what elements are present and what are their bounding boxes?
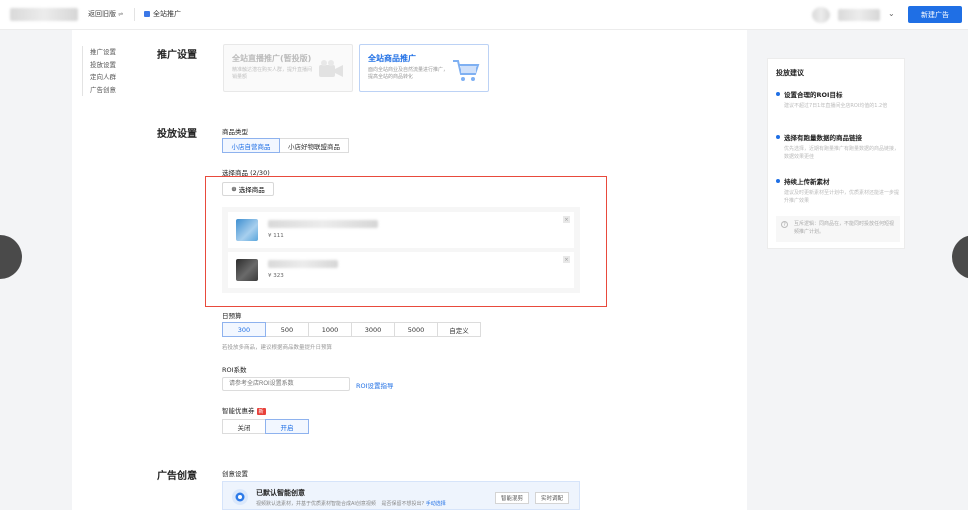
nav-item-promo-settings[interactable]: 推广设置: [90, 46, 116, 59]
budget-option-1000[interactable]: 1000: [308, 322, 352, 337]
option-alliance[interactable]: 小店好物联盟商品: [279, 138, 349, 153]
tip-title: 设置合理的ROI目标: [784, 91, 843, 99]
coupon-option-on[interactable]: 开启: [265, 419, 309, 434]
bullet-dot-icon: [776, 179, 780, 183]
tip-title: 选择有跑量数据的商品链接: [784, 134, 862, 142]
highlight-box: [205, 176, 607, 307]
breadcrumb-label: 全站推广: [153, 10, 181, 18]
shopping-cart-icon: [452, 59, 480, 87]
banner-title: 已默认智能创意: [256, 489, 305, 497]
tip-body: 建议不超过7日1年直播间全店ROI均值的1.2倍: [784, 103, 888, 109]
section-title-creative: 广告创意: [157, 471, 197, 482]
card-desc: 精准触达潜在购买人群，提升直播间销量额: [232, 67, 313, 80]
back-to-old-version-link[interactable]: 返回旧版 ⇌: [88, 9, 123, 19]
account-chevron-down-icon[interactable]: ⌄: [888, 9, 895, 18]
product-type-selector: 小店自营商品 小店好物联盟商品: [222, 138, 349, 153]
banner-desc: 视频默认选素材，并基于优质素材智能合成AI创意视频 是否保留不想投出? 手动选择: [256, 500, 446, 507]
advice-title: 投放建议: [776, 69, 804, 77]
roi-label: ROI系数: [222, 366, 247, 374]
bullet-dot-icon: [776, 135, 780, 139]
smart-mix-button[interactable]: 智能混剪: [495, 492, 529, 504]
section-title-delivery: 投放设置: [157, 129, 197, 140]
back-label: 返回旧版: [88, 10, 116, 18]
swap-icon: ⇌: [118, 11, 124, 18]
top-bar: 返回旧版 ⇌ 全站推广 ⌄ 新建广告: [0, 0, 968, 30]
creative-settings-label: 创意设置: [222, 470, 248, 478]
roi-input[interactable]: [222, 377, 350, 391]
bullet-dot-icon: [776, 92, 780, 96]
mutex-note: ? 互斥逻辑：同商品在，不能同时投放任何短视频推广计划。: [776, 216, 900, 242]
new-ad-button[interactable]: 新建广告: [908, 6, 962, 23]
daily-budget-hint: 若投放多商品，建议根据商品数量提升日预算: [222, 345, 333, 351]
card-product-promo[interactable]: 全站商品推广 面向全站商业及自然流量进行推广，提高全站的商品转化: [359, 44, 489, 92]
option-self-store[interactable]: 小店自营商品: [222, 138, 280, 153]
promo-icon: [144, 11, 150, 17]
smart-creative-icon: [232, 489, 248, 505]
budget-option-500[interactable]: 500: [265, 322, 309, 337]
product-type-label: 商品类型: [222, 128, 248, 136]
smart-creative-banner: 已默认智能创意 视频默认选素材，并基于优质素材智能合成AI创意视频 是否保留不想…: [222, 481, 580, 510]
section-title-promo: 推广设置: [157, 50, 197, 61]
nav-item-ad-creative[interactable]: 广告创意: [90, 84, 116, 97]
tip-title: 持续上传新素材: [784, 178, 830, 186]
daily-budget-label: 日预算: [222, 312, 242, 320]
budget-option-3000[interactable]: 3000: [351, 322, 395, 337]
realtime-adjust-button[interactable]: 实时调配: [535, 492, 569, 504]
tip-roi: 设置合理的ROI目标 建议不超过7日1年直播间全店ROI均值的1.2倍: [776, 89, 900, 110]
smart-coupon-label: 智能优惠券新: [222, 405, 266, 415]
nav-item-delivery-settings[interactable]: 投放设置: [90, 59, 116, 72]
tip-material: 持续上传新素材 建议及时更新素材至计划中，优质素材还能进一步提升推广效果: [776, 176, 900, 205]
tip-body: 优先选择，近期有跑量推广有跑量数据的商品链接，数据效果更佳: [784, 146, 900, 160]
coupon-option-off[interactable]: 关闭: [222, 419, 266, 434]
card-title: 全站直播推广(暂投版): [232, 54, 312, 63]
card-desc: 面向全站商业及自然流量进行推广，提高全站的商品转化: [368, 67, 449, 80]
banner-desc-text: 视频默认选素材，并基于优质素材智能合成AI创意视频: [256, 501, 376, 507]
divider: [134, 8, 135, 21]
smart-coupon-toggle: 关闭 开启: [222, 419, 309, 434]
banner-question: 是否保留不想投出?: [381, 501, 425, 507]
breadcrumb: 全站推广: [144, 9, 181, 19]
video-camera-icon: [318, 59, 344, 83]
section-nav: 推广设置 投放设置 定向人群 广告创意: [82, 46, 116, 96]
logo-blurred: [10, 8, 78, 21]
tip-body: 建议及时更新素材至计划中，优质素材还能进一步提升推广效果: [784, 190, 900, 204]
account-avatar-blurred[interactable]: [812, 7, 830, 23]
account-name-blurred[interactable]: [838, 9, 880, 21]
advice-panel: 投放建议 设置合理的ROI目标 建议不超过7日1年直播间全店ROI均值的1.2倍…: [767, 58, 905, 249]
daily-budget-selector: 300 500 1000 3000 5000 自定义: [222, 322, 481, 337]
question-icon: ?: [781, 221, 788, 228]
nav-item-audience[interactable]: 定向人群: [90, 71, 116, 84]
new-badge: 新: [256, 408, 266, 415]
card-live-promo[interactable]: 全站直播推广(暂投版) 精准触达潜在购买人群，提升直播间销量额: [223, 44, 353, 92]
manual-select-link[interactable]: 手动选择: [426, 501, 446, 507]
budget-option-300[interactable]: 300: [222, 322, 266, 337]
roi-guide-link[interactable]: ROI设置指导: [356, 380, 394, 390]
tip-product: 选择有跑量数据的商品链接 优先选择，近期有跑量推广有跑量数据的商品链接，数据效果…: [776, 132, 900, 161]
budget-option-custom[interactable]: 自定义: [437, 322, 481, 337]
smart-coupon-label-text: 智能优惠券: [222, 407, 255, 415]
card-title: 全站商品推广: [368, 54, 416, 63]
mutex-note-text: 互斥逻辑：同商品在，不能同时投放任何短视频推广计划。: [794, 221, 895, 235]
budget-option-5000[interactable]: 5000: [394, 322, 438, 337]
